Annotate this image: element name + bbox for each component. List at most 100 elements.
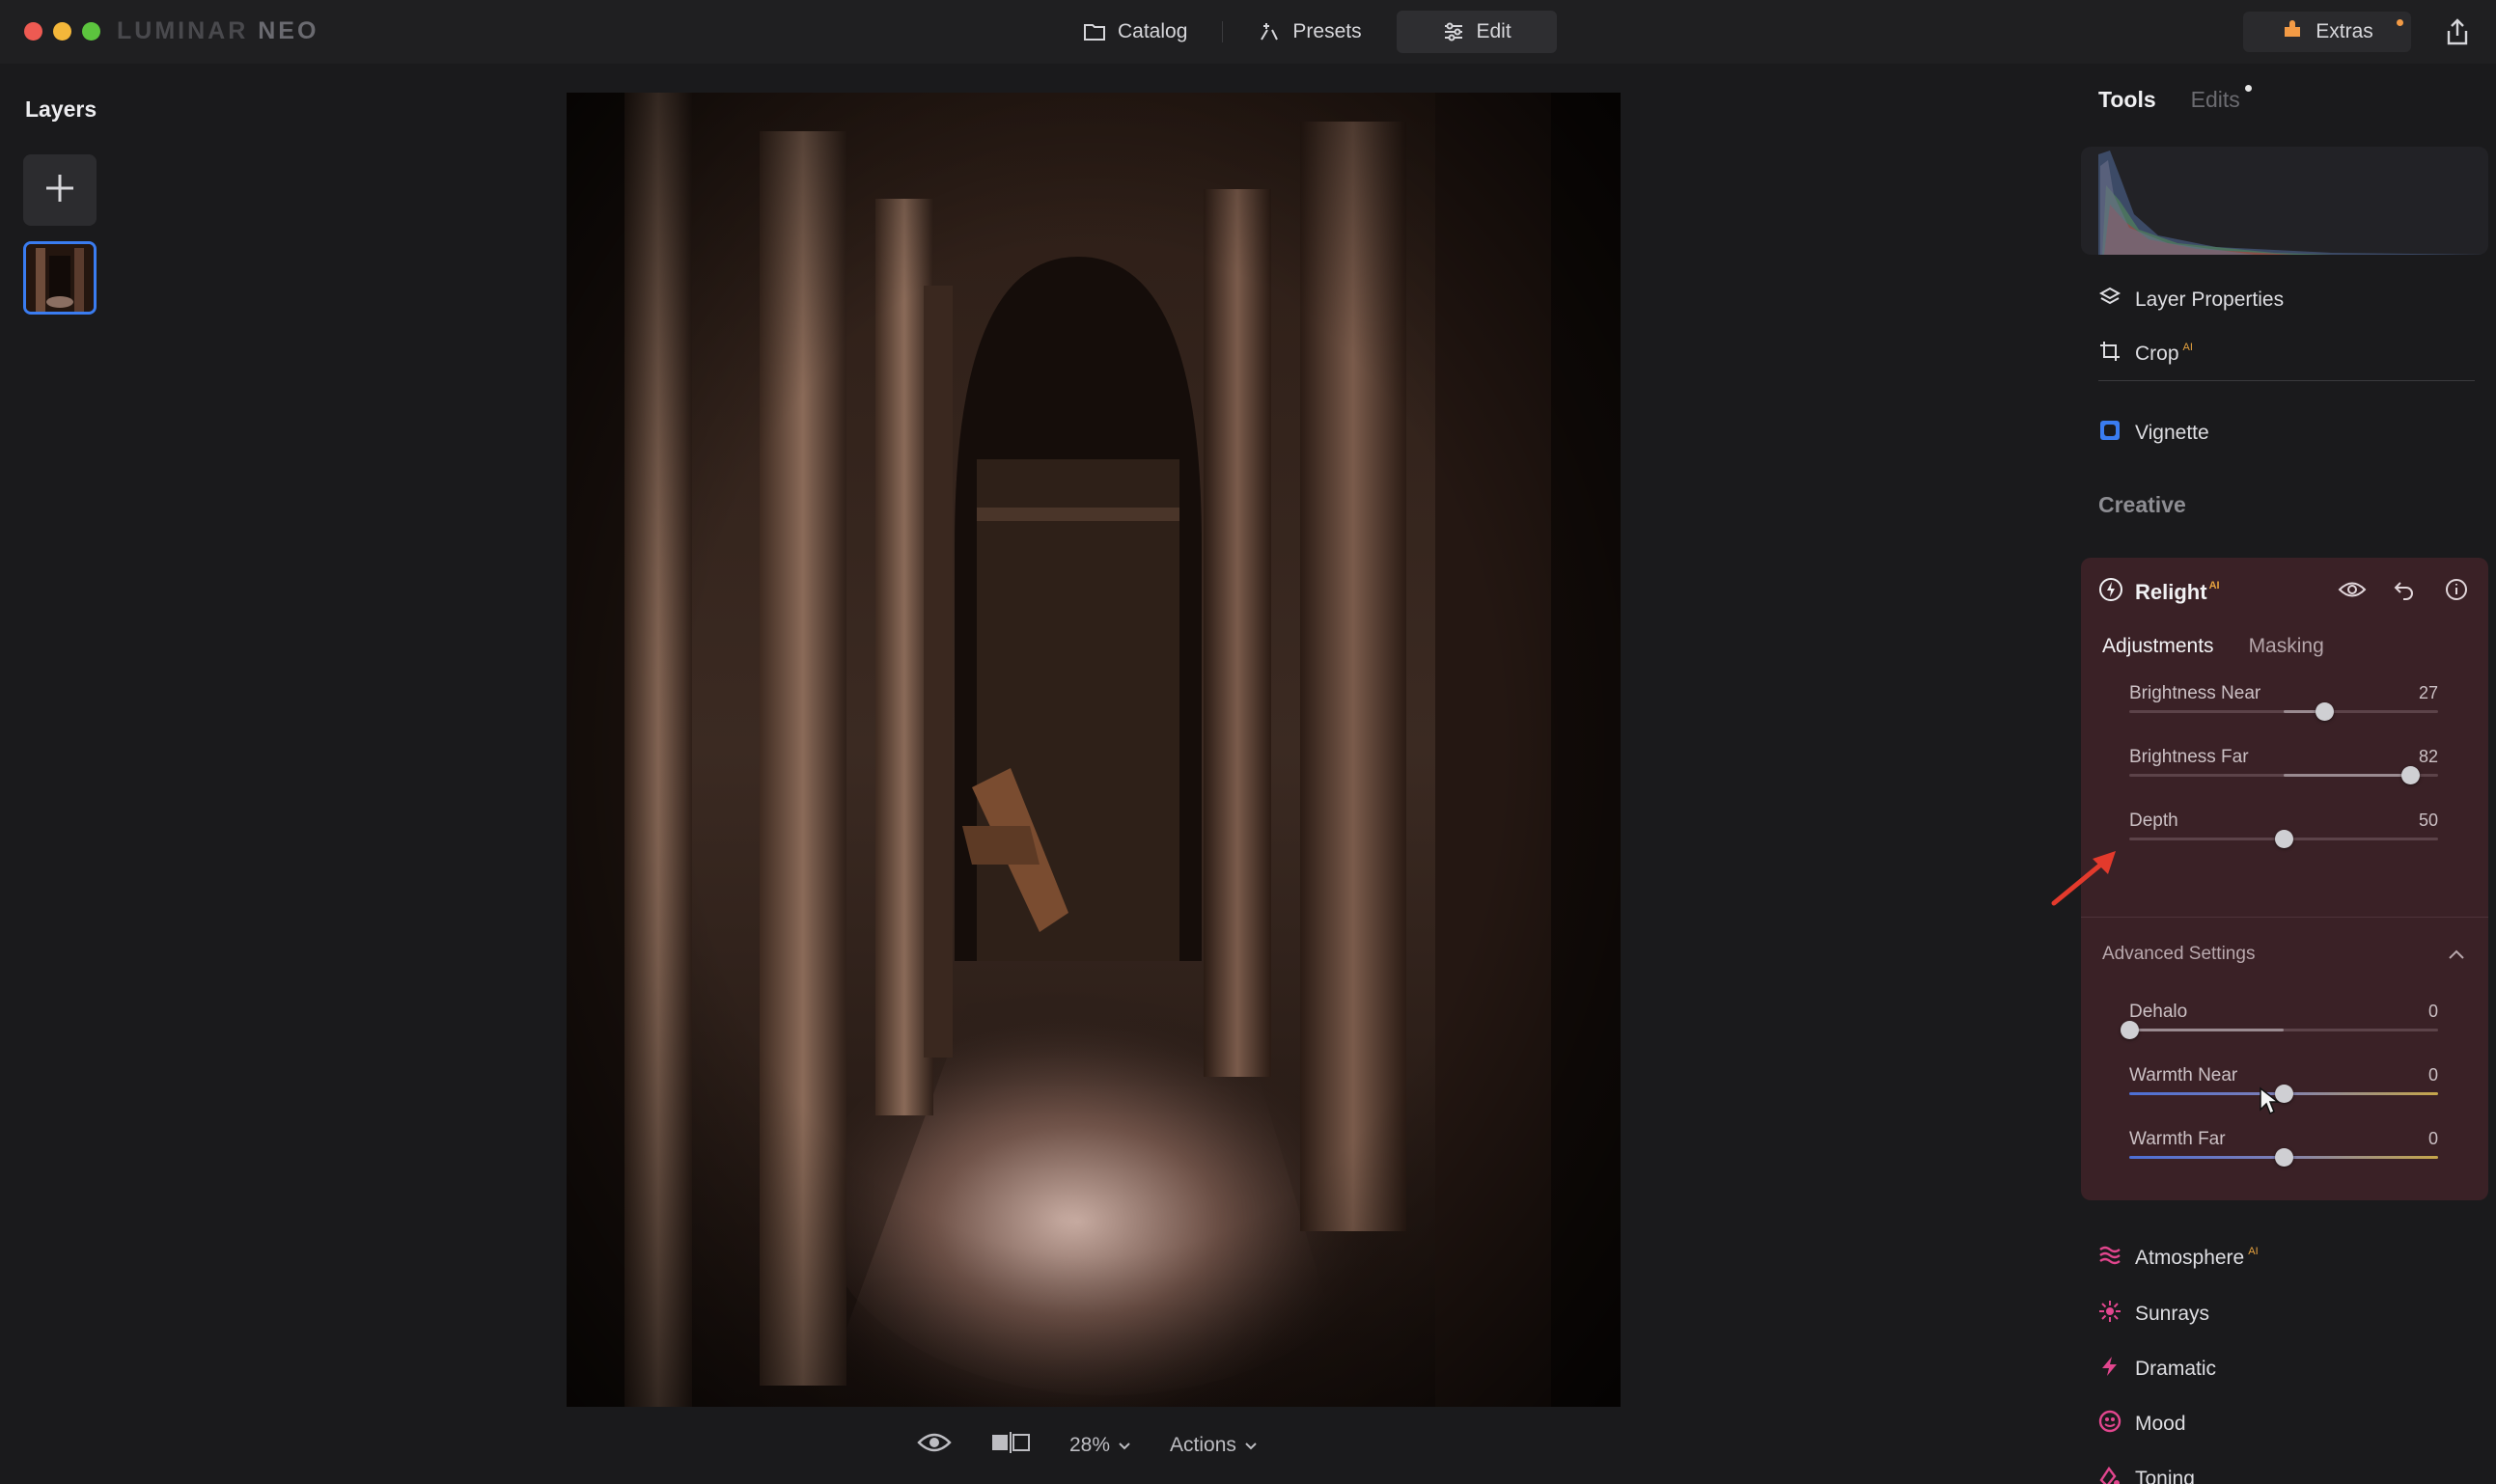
slider-depth[interactable]: Depth 50	[2129, 811, 2438, 848]
photo-canvas[interactable]	[567, 93, 1621, 1407]
slider-value: 0	[2427, 1129, 2438, 1148]
atmosphere-icon	[2098, 1245, 2122, 1272]
slider-brightness-near[interactable]: Brightness Near 27	[2129, 683, 2438, 721]
relight-actions	[2338, 575, 2471, 604]
sparkle-icon	[1258, 20, 1281, 43]
slider-value: 82	[2418, 747, 2438, 766]
annotation-arrow	[2046, 845, 2123, 909]
slider-thumb[interactable]	[2275, 830, 2293, 848]
slider-value: 0	[2427, 1065, 2438, 1085]
bottom-toolbar: 28% Actions	[917, 1423, 1258, 1468]
creative-tool-toning[interactable]: Toning	[2098, 1465, 2195, 1484]
slider-thumb[interactable]	[2121, 1021, 2139, 1039]
tab-masking[interactable]: Masking	[2249, 635, 2324, 658]
close-window-button[interactable]	[24, 22, 42, 41]
presets-label: Presets	[1292, 20, 1362, 42]
tools-panel: Tools Edits Layer Properties Crop AI Vig…	[2081, 64, 2496, 1484]
visibility-eye-icon[interactable]	[2338, 575, 2367, 604]
relight-title: Relight	[2135, 580, 2207, 604]
layer-properties-tool[interactable]: Layer Properties	[2098, 286, 2284, 315]
divider	[2098, 380, 2475, 381]
catalog-button[interactable]: Catalog	[1062, 11, 1208, 53]
layer-thumbnail[interactable]	[23, 241, 97, 315]
slider-warmth-near[interactable]: Warmth Near 0	[2129, 1065, 2438, 1103]
dramatic-icon	[2098, 1355, 2122, 1384]
chevron-up-icon[interactable]	[2448, 948, 2465, 961]
toning-icon	[2098, 1465, 2122, 1484]
slider-track[interactable]	[2129, 702, 2438, 721]
creative-tool-label: Atmosphere	[2135, 1247, 2245, 1269]
panel-tabs: Tools Edits	[2098, 85, 2252, 113]
compare-icon	[990, 1432, 1031, 1459]
add-layer-button[interactable]	[23, 154, 97, 226]
layers-icon	[2098, 286, 2122, 315]
tab-edits-label: Edits	[2190, 87, 2240, 112]
slider-thumb[interactable]	[2315, 702, 2334, 721]
crop-icon	[2098, 340, 2122, 369]
creative-section-title: Creative	[2098, 492, 2186, 517]
edit-label: Edit	[1476, 20, 1511, 42]
preview-toggle[interactable]	[917, 1431, 952, 1460]
compare-toggle[interactable]	[990, 1432, 1031, 1459]
divider	[2081, 917, 2488, 918]
brand-neo: NEO	[258, 17, 319, 44]
creative-tool-dramatic[interactable]: Dramatic	[2098, 1355, 2216, 1384]
crop-label: Crop	[2135, 343, 2179, 365]
slider-fill	[2129, 1029, 2284, 1031]
title-bar: LUMINAR NEO Catalog Presets Edit Extras	[0, 0, 2496, 64]
creative-tool-atmosphere[interactable]: Atmosphere AI	[2098, 1245, 2259, 1272]
slider-thumb[interactable]	[2401, 766, 2421, 784]
slider-warmth-far[interactable]: Warmth Far 0	[2129, 1129, 2438, 1167]
actions-dropdown[interactable]: Actions	[1170, 1434, 1258, 1457]
zoom-dropdown[interactable]: 28%	[1069, 1434, 1131, 1457]
relight-panel: Relight AI Adjustments Masking Brightnes…	[2081, 558, 2488, 1200]
chevron-down-icon	[1244, 1434, 1258, 1457]
puzzle-icon	[2281, 17, 2304, 46]
tab-adjustments[interactable]: Adjustments	[2102, 635, 2214, 658]
plus-icon	[43, 172, 76, 209]
crop-tool[interactable]: Crop AI	[2098, 340, 2193, 369]
advanced-settings-toggle[interactable]: Advanced Settings	[2102, 944, 2255, 965]
slider-track[interactable]	[2121, 1021, 2438, 1039]
slider-track[interactable]	[2129, 830, 2438, 848]
extras-label: Extras	[2316, 20, 2373, 42]
slider-track[interactable]	[2129, 766, 2438, 784]
relight-sub-tabs: Adjustments Masking	[2102, 635, 2324, 658]
histogram	[2081, 147, 2488, 255]
creative-tool-sunrays[interactable]: Sunrays	[2098, 1300, 2209, 1329]
presets-button[interactable]: Presets	[1236, 11, 1382, 53]
vignette-icon	[2098, 419, 2122, 448]
slider-thumb[interactable]	[2275, 1148, 2293, 1167]
edit-button[interactable]: Edit	[1396, 11, 1557, 53]
share-icon[interactable]	[2444, 17, 2471, 46]
vignette-tool[interactable]: Vignette	[2098, 419, 2209, 448]
slider-label: Warmth Far	[2129, 1129, 2226, 1149]
relight-icon	[2098, 577, 2123, 608]
undo-icon[interactable]	[2390, 575, 2419, 604]
relight-header[interactable]: Relight AI	[2098, 577, 2220, 608]
slider-brightness-far[interactable]: Brightness Far 82	[2129, 747, 2438, 784]
creative-tool-mood[interactable]: Mood	[2098, 1410, 2186, 1439]
tab-edits[interactable]: Edits	[2190, 85, 2252, 113]
slider-label: Warmth Near	[2129, 1065, 2238, 1086]
ai-badge: AI	[2208, 580, 2220, 591]
slider-label: Brightness Near	[2129, 683, 2261, 703]
slider-dehalo[interactable]: Dehalo 0	[2121, 1002, 2438, 1039]
brand-luminar: LUMINAR	[117, 17, 249, 44]
info-icon[interactable]	[2442, 575, 2471, 604]
catalog-label: Catalog	[1118, 20, 1188, 42]
slider-value: 0	[2427, 1002, 2438, 1021]
vignette-label: Vignette	[2135, 422, 2209, 444]
nav-separator	[1222, 21, 1224, 42]
layers-title: Layers	[25, 96, 97, 122]
extras-button[interactable]: Extras	[2243, 12, 2411, 52]
creative-tool-label: Toning	[2135, 1468, 2195, 1484]
slider-label: Depth	[2129, 811, 2178, 831]
slider-track[interactable]	[2129, 1085, 2438, 1103]
slider-label: Brightness Far	[2129, 747, 2249, 767]
zoom-window-button[interactable]	[82, 22, 100, 41]
slider-track[interactable]	[2129, 1148, 2438, 1167]
tab-tools[interactable]: Tools	[2098, 87, 2156, 113]
creative-tool-label: Mood	[2135, 1413, 2186, 1435]
minimize-window-button[interactable]	[53, 22, 71, 41]
